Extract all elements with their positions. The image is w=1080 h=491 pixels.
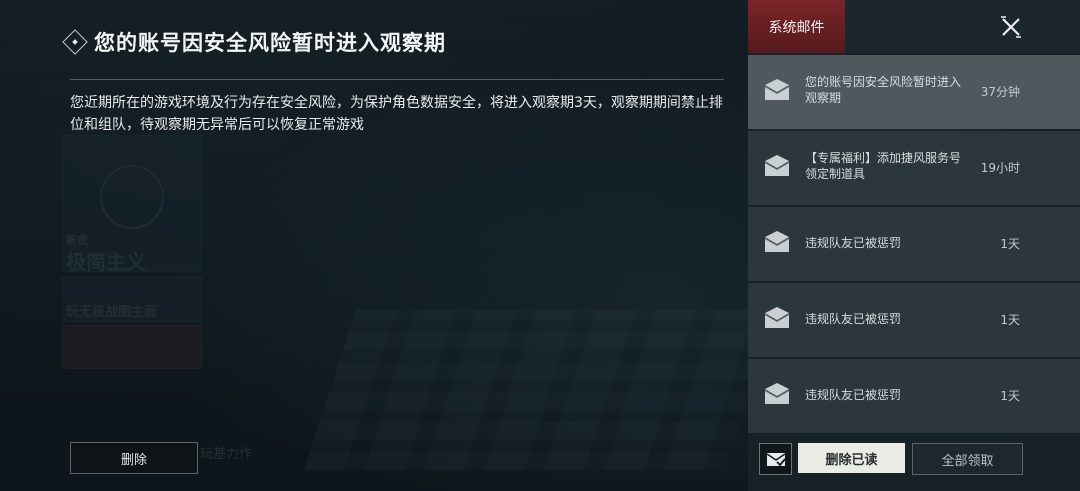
mail-item[interactable]: 【专属福利】添加捷风服务号领定制道具 19小时: [748, 131, 1080, 205]
mail-time: 19小时: [980, 161, 1020, 175]
envelope-icon: [764, 307, 790, 328]
mail-panel: 系统邮件 您的账号因安全风险暂时进入观察期 37分钟 【专属福利】添加捷风服务号…: [748, 0, 1080, 491]
envelope-icon: [764, 155, 790, 176]
mail-subject: 您的账号因安全风险暂时进入观察期: [805, 75, 962, 105]
claim-all-button[interactable]: 全部领取: [912, 443, 1023, 475]
background-dim-overlay: [0, 0, 748, 491]
mark-all-read-button[interactable]: [759, 443, 792, 475]
diamond-bullet-icon: [62, 29, 88, 55]
delete-read-button[interactable]: 删除已读: [798, 443, 905, 473]
mail-subject: 违规队友已被惩罚: [805, 388, 902, 402]
delete-button[interactable]: 删除: [70, 442, 198, 474]
envelope-icon: [764, 79, 790, 100]
close-button[interactable]: [998, 14, 1024, 40]
mail-item[interactable]: 违规队友已被惩罚 1天: [748, 283, 1080, 357]
envelope-check-icon: [766, 453, 786, 467]
envelope-icon: [764, 231, 790, 252]
mail-header: 系统邮件: [748, 0, 1080, 53]
mail-subject: 违规队友已被惩罚: [805, 312, 902, 326]
divider: [70, 79, 724, 80]
mail-time: 1天: [1000, 313, 1020, 327]
notice-body: 您近期所在的游戏环境及行为存在安全风险，为保护角色数据安全，将进入观察期3天，观…: [70, 95, 723, 133]
mail-footer: 删除已读 全部领取: [748, 436, 1080, 491]
mail-time: 37分钟: [980, 85, 1020, 99]
notice-title: 您的账号因安全风险暂时进入观察期: [94, 31, 446, 55]
tab-system-mail[interactable]: 系统邮件: [748, 0, 845, 53]
close-icon: [1001, 16, 1021, 38]
mail-item[interactable]: 违规队友已被惩罚 1天: [748, 207, 1080, 281]
mail-time: 1天: [1000, 237, 1020, 251]
mail-item[interactable]: 您的账号因安全风险暂时进入观察期 37分钟: [748, 55, 1080, 129]
notice-header: 您的账号因安全风险暂时进入观察期: [62, 24, 446, 60]
mail-subject: 【专属福利】添加捷风服务号领定制道具: [805, 151, 962, 181]
mail-list: 您的账号因安全风险暂时进入观察期 37分钟 【专属福利】添加捷风服务号领定制道具…: [748, 55, 1080, 435]
mail-time: 1天: [1000, 389, 1020, 403]
mail-item[interactable]: 违规队友已被惩罚 1天: [748, 359, 1080, 433]
envelope-icon: [764, 383, 790, 404]
mail-subject: 违规队友已被惩罚: [805, 236, 902, 250]
